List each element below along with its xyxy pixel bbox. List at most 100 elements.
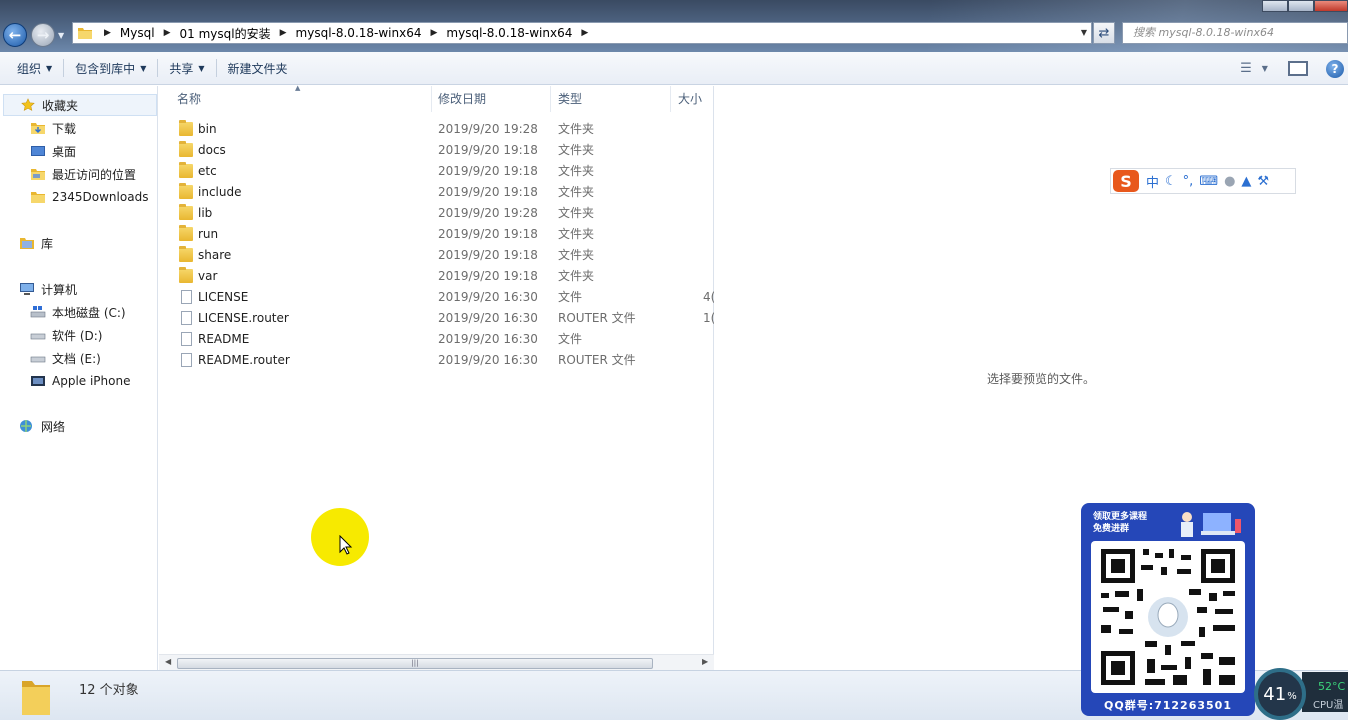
file-row-bin[interactable]: bin 2019/9/20 19:28 文件夹 [159,118,714,139]
ime-mode-toggle[interactable]: 中 [1146,172,1159,191]
file-name-cell: README.router [179,352,290,367]
file-row-include[interactable]: include 2019/9/20 19:18 文件夹 [159,181,714,202]
new-folder-button[interactable]: 新建文件夹 [219,56,297,80]
breadcrumb-mysql-8-outer[interactable]: mysql-8.0.18-winx64 [294,23,424,43]
preview-pane-toggle[interactable] [1288,61,1308,76]
breadcrumb-install[interactable]: 01 mysql的安装 [178,23,273,43]
file-row-license[interactable]: LICENSE 2019/9/20 16:30 文件 4( [159,286,714,307]
nav-drive-d[interactable]: 软件 (D:) [30,324,102,346]
search-input[interactable]: 搜索 mysql-8.0.18-winx64 [1122,22,1348,44]
back-button[interactable]: ← [3,23,27,47]
include-in-library-button[interactable]: 包含到库中 ▼ [66,56,155,80]
folder-icon [22,681,50,715]
forward-button[interactable]: → [31,23,55,47]
breadcrumb-mysql[interactable]: Mysql [118,23,157,43]
sogou-logo-icon: S [1113,170,1139,192]
nav-recent-places[interactable]: 最近访问的位置 [30,163,136,185]
file-icon [181,352,192,367]
chevron-down-icon: ▼ [140,63,147,73]
chevron-right-icon[interactable]: ▶ [97,28,118,38]
address-field[interactable]: ▶ Mysql ▶ 01 mysql的安装 ▶ mysql-8.0.18-win… [72,22,1092,44]
chevron-down-icon: ▼ [46,63,53,73]
chevron-right-icon[interactable]: ▶ [423,28,444,38]
nav-2345downloads[interactable]: 2345Downloads [30,186,148,208]
column-header-size[interactable]: 大小 [670,86,714,112]
file-date: 2019/9/20 19:28 [438,205,538,220]
change-view-button[interactable]: ☰ ▼ [1230,61,1278,76]
nav-apple-iphone[interactable]: Apple iPhone [30,370,130,392]
scroll-right-icon[interactable]: ▶ [702,657,708,666]
explorer-window: ← → ▼ ▶ Mysql ▶ 01 mysql的安装 ▶ mysql-8.0.… [0,0,1348,720]
star-icon [21,98,35,111]
close-window-button[interactable] [1314,0,1348,12]
skin-shirt-icon[interactable]: ▲ [1241,174,1251,189]
nav-drive-c[interactable]: 本地磁盘 (C:) [30,301,126,323]
keyboard-icon[interactable]: ⌨ [1199,174,1218,189]
nav-downloads[interactable]: 下载 [30,117,76,139]
refresh-icon: ⇄ [1098,25,1110,41]
column-header-date[interactable]: 修改日期 [430,86,551,112]
maximize-button[interactable] [1288,0,1314,12]
file-type: 文件夹 [558,248,595,262]
nav-computer[interactable]: 计算机 [19,278,77,300]
file-row-readme-router[interactable]: README.router 2019/9/20 16:30 ROUTER 文件 [159,349,714,370]
file-row-docs[interactable]: docs 2019/9/20 19:18 文件夹 [159,139,714,160]
file-type: 文件夹 [558,227,595,241]
file-row-var[interactable]: var 2019/9/20 19:18 文件夹 [159,265,714,286]
chevron-down-icon: ▼ [198,63,205,73]
file-row-readme[interactable]: README 2019/9/20 16:30 文件 [159,328,714,349]
nav-network[interactable]: 网络 [19,415,65,437]
help-button[interactable]: ? [1326,59,1344,78]
folder-icon [179,203,193,220]
nav-libraries[interactable]: 库 [19,232,53,254]
nav-desktop[interactable]: 桌面 [30,140,76,162]
file-type: 文件夹 [558,206,595,220]
file-row-license-router[interactable]: LICENSE.router 2019/9/20 16:30 ROUTER 文件 1( [159,307,714,328]
breadcrumb-mysql-8-inner[interactable]: mysql-8.0.18-winx64 [444,23,574,43]
minimize-button[interactable] [1262,0,1288,12]
punctuation-icon[interactable]: °, [1183,174,1194,189]
file-name: share [198,247,232,262]
file-row-run[interactable]: run 2019/9/20 19:18 文件夹 [159,223,714,244]
address-bar-area: ← → ▼ ▶ Mysql ▶ 01 mysql的安装 ▶ mysql-8.0.… [0,0,1348,52]
scroll-left-icon[interactable]: ◀ [165,657,171,666]
file-name: include [198,184,242,199]
refresh-button[interactable]: ⇄ [1093,22,1115,44]
file-name: docs [198,142,226,157]
item-count: 12 个对象 [79,683,139,698]
cpu-monitor-widget[interactable]: 52°C CPU温 41% [1252,664,1348,720]
horizontal-scrollbar[interactable]: ◀ ||| ▶ [159,654,714,670]
file-name: README.router [198,352,290,367]
file-list-pane: 名称 ▲ 修改日期 类型 大小 bin 2019/9/20 19:28 文件夹 doc… [159,84,714,670]
file-date: 2019/9/20 16:30 [438,331,538,346]
file-row-share[interactable]: share 2019/9/20 19:18 文件夹 [159,244,714,265]
moon-icon[interactable]: ☾ [1165,174,1177,189]
column-header-type[interactable]: 类型 [550,86,671,112]
qr-code[interactable] [1091,541,1245,693]
recent-places-icon [31,169,45,180]
file-date: 2019/9/20 16:30 [438,352,538,367]
user-icon[interactable]: ● [1224,174,1235,189]
computer-icon [20,283,34,295]
share-button[interactable]: 共享 ▼ [160,56,213,80]
nav-favorites[interactable]: 收藏夹 [3,94,157,116]
phone-device-icon [31,376,45,386]
file-row-etc[interactable]: etc 2019/9/20 19:18 文件夹 [159,160,714,181]
file-row-lib[interactable]: lib 2019/9/20 19:28 文件夹 [159,202,714,223]
file-name-cell: run [179,224,218,241]
file-name-cell: LICENSE.router [179,310,289,325]
chevron-right-icon[interactable]: ▶ [157,28,178,38]
scrollbar-thumb[interactable]: ||| [177,658,653,669]
ime-toolbar[interactable]: S 中 ☾ °, ⌨ ● ▲ ⚒ [1110,168,1296,194]
chevron-right-icon[interactable]: ▶ [273,28,294,38]
wrench-icon[interactable]: ⚒ [1257,174,1269,189]
folder-icon [179,266,193,283]
network-icon [20,420,32,432]
recent-pages-dropdown[interactable]: ▼ [58,31,64,40]
qq-group-number: QQ群号:712263501 [1104,699,1232,712]
chevron-right-icon[interactable]: ▶ [574,28,595,38]
organize-button[interactable]: 组织 ▼ [8,56,61,80]
nav-drive-e[interactable]: 文档 (E:) [30,347,101,369]
column-header-name[interactable]: 名称 [169,86,432,112]
address-history-dropdown[interactable]: ▼ [1081,28,1087,37]
